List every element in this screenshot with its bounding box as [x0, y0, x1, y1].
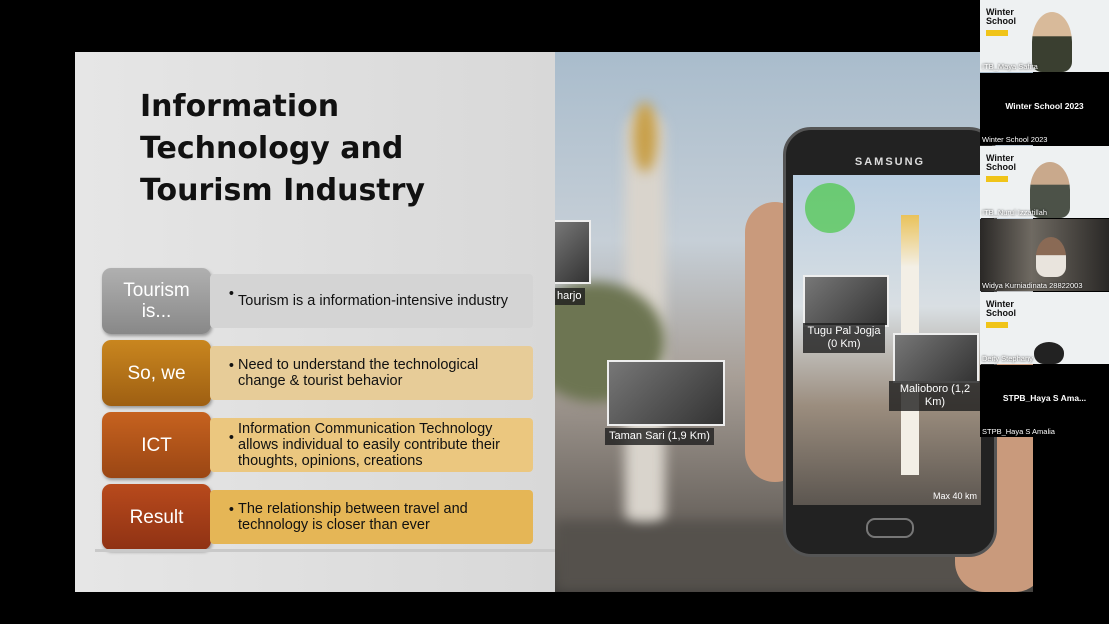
- slide-divider: [95, 549, 555, 552]
- participant-name: Winter School 2023: [982, 135, 1048, 144]
- monument-top-blur: [633, 102, 657, 172]
- phone-screen: Tugu Pal Jogja (0 Km) Malioboro (1,2 Km)…: [793, 175, 981, 505]
- row-box: • The relationship between travel and tec…: [210, 490, 533, 544]
- bullet: •: [228, 286, 234, 302]
- participant-tile[interactable]: Winter School 2023 Winter School 2023: [980, 73, 1109, 145]
- radar-icon: [805, 183, 855, 233]
- row-text: Information Communication Technology all…: [238, 421, 500, 469]
- slide-title: Information Technology and Tourism Indus…: [140, 89, 425, 208]
- phone-brand: SAMSUNG: [854, 156, 926, 168]
- slide-row: Tourism is... • Tourism is a information-…: [102, 268, 542, 334]
- poi-thumb: [607, 360, 725, 426]
- poi-label: harjo: [555, 288, 586, 305]
- home-button: [866, 518, 914, 538]
- participant-name: ITB_Maya Safira: [982, 62, 1038, 71]
- row-box: • Need to understand the technological ch…: [210, 346, 533, 400]
- row-tag: Result: [102, 484, 211, 550]
- row-tag: So, we: [102, 340, 211, 406]
- logo-ribbon: [986, 176, 1008, 182]
- participant-name: Widya Kurniadinata 28822003: [982, 281, 1083, 290]
- bullet: •: [228, 502, 234, 518]
- row-tag: ICT: [102, 412, 211, 478]
- row-text: The relationship between travel and tech…: [238, 501, 468, 533]
- smartphone: SAMSUNG Tugu Pal Jogja (0 Km) Malioboro …: [783, 127, 997, 557]
- participant-tile[interactable]: Winter School ITB_Maya Safira: [980, 0, 1109, 72]
- poi-label: Tugu Pal Jogja (0 Km): [803, 323, 885, 353]
- row-text: Need to understand the technological cha…: [238, 357, 479, 389]
- participant-video: [1036, 237, 1066, 277]
- participant-video: [1032, 12, 1072, 72]
- shared-slide: Information Technology and Tourism Indus…: [75, 52, 1033, 592]
- poi-thumb: [893, 333, 979, 383]
- participant-display-name: Winter School 2023: [1005, 101, 1084, 111]
- logo-ribbon: [986, 322, 1008, 328]
- winter-school-logo: Winter School: [986, 153, 1017, 172]
- slide-text-panel: Information Technology and Tourism Indus…: [75, 52, 555, 592]
- slide-row: ICT • Information Communication Technolog…: [102, 412, 542, 478]
- poi-label: Taman Sari (1,9 Km): [605, 428, 714, 445]
- row-box: • Information Communication Technology al…: [210, 418, 533, 472]
- slide-rows: Tourism is... • Tourism is a information-…: [102, 268, 542, 556]
- slide-row: Result • The relationship between travel …: [102, 484, 542, 550]
- participant-gallery: Winter School ITB_Maya Safira Winter Sch…: [980, 0, 1109, 440]
- max-distance: Max 40 km: [932, 491, 977, 501]
- poi-label: Malioboro (1,2 Km): [889, 381, 981, 411]
- participant-tile[interactable]: STPB_Haya S Ama... STPB_Haya S Amalia: [980, 365, 1109, 437]
- winter-school-logo: Winter School: [986, 299, 1017, 318]
- slide-row: So, we • Need to understand the technolog…: [102, 340, 542, 406]
- row-text: Tourism is a information-intensive indus…: [238, 293, 508, 309]
- row-box: • Tourism is a information-intensive indu…: [210, 274, 533, 328]
- logo-ribbon: [986, 30, 1008, 36]
- participant-tile[interactable]: Winter School Deity Stephany: [980, 292, 1109, 364]
- poi-thumb: [555, 220, 591, 284]
- participant-display-name: STPB_Haya S Ama...: [1002, 393, 1087, 403]
- participant-tile[interactable]: Widya Kurniadinata 28822003: [980, 219, 1109, 291]
- participant-video: [1034, 342, 1064, 364]
- winter-school-logo: Winter School: [986, 7, 1017, 26]
- participant-name: Deity Stephany: [982, 354, 1033, 363]
- participant-name: STPB_Haya S Amalia: [982, 427, 1055, 436]
- slide-photo: harjo Taman Sari (1,9 Km) SAMSUNG Tugu P…: [555, 52, 1033, 592]
- participant-name: ITB_Nurul Izzatillah: [982, 208, 1048, 217]
- row-tag: Tourism is...: [102, 268, 211, 334]
- participant-tile[interactable]: Winter School ITB_Nurul Izzatillah: [980, 146, 1109, 218]
- bullet: •: [228, 430, 234, 446]
- bullet: •: [228, 358, 234, 374]
- poi-thumb: [803, 275, 889, 327]
